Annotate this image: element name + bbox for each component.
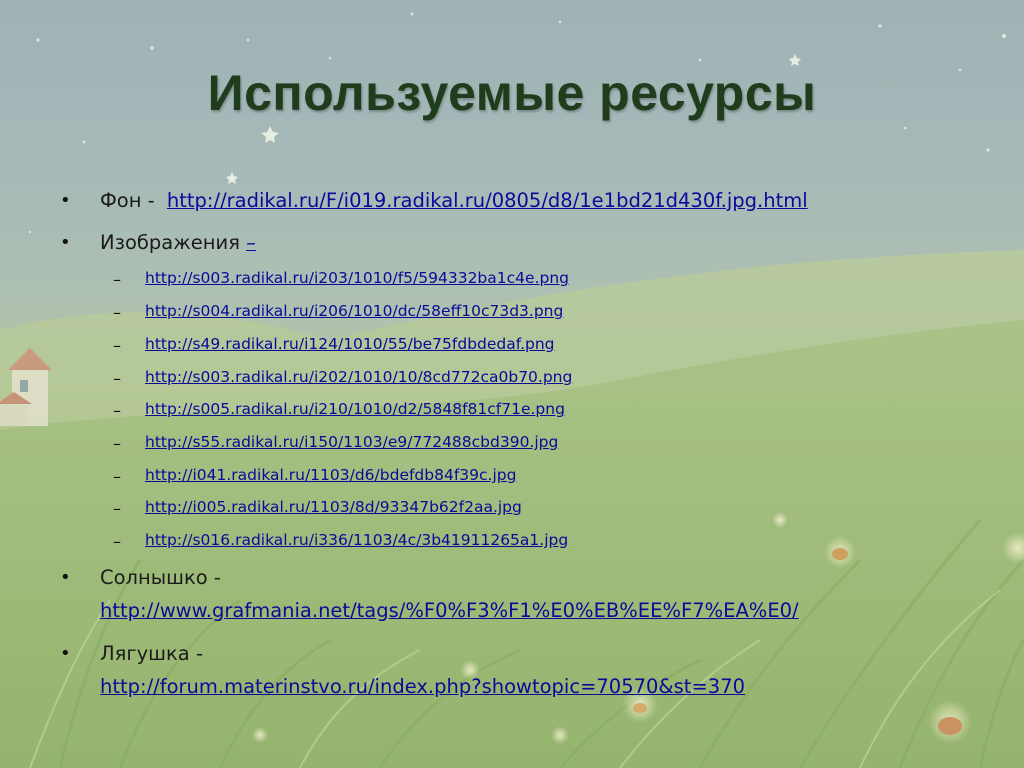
bullet-glyph: • — [60, 567, 71, 588]
list-item-sun: Солнышко - — [100, 566, 221, 589]
dash-glyph: – — [113, 401, 121, 420]
background-link[interactable]: http://radikal.ru/F/i019.radikal.ru/0805… — [167, 189, 808, 212]
item-label: Солнышко - — [100, 566, 221, 589]
item-label: Фон - — [100, 189, 161, 212]
dash-glyph: – — [113, 303, 121, 322]
slide: Используемые ресурсы • Фон - http://radi… — [0, 0, 1024, 768]
dash-glyph: – — [113, 369, 121, 388]
image-link-5[interactable]: http://s005.radikal.ru/i210/1010/d2/5848… — [145, 400, 565, 418]
item-label: Лягушка - — [100, 642, 203, 665]
dash-glyph: – — [113, 499, 121, 518]
bullet-glyph: • — [60, 643, 71, 664]
image-link-2[interactable]: http://s004.radikal.ru/i206/1010/dc/58ef… — [145, 302, 563, 320]
image-link-8[interactable]: http://i005.radikal.ru/1103/8d/93347b62f… — [145, 498, 522, 516]
image-link-9[interactable]: http://s016.radikal.ru/i336/1103/4c/3b41… — [145, 531, 568, 549]
resource-list: • Фон - http://radikal.ru/F/i019.radikal… — [0, 0, 1024, 768]
list-item-images: Изображения – — [100, 231, 256, 254]
dash-glyph: – — [113, 532, 121, 551]
image-link-4[interactable]: http://s003.radikal.ru/i202/1010/10/8cd7… — [145, 368, 572, 386]
dash-glyph: – — [113, 434, 121, 453]
image-link-3[interactable]: http://s49.radikal.ru/i124/1010/55/be75f… — [145, 335, 555, 353]
dash-glyph: – — [113, 270, 121, 289]
frog-link[interactable]: http://forum.materinstvo.ru/index.php?sh… — [100, 675, 745, 698]
sun-link[interactable]: http://www.grafmania.net/tags/%F0%F3%F1%… — [100, 599, 799, 622]
dash-glyph: – — [113, 336, 121, 355]
item-label: Изображения — [100, 231, 247, 254]
dash-glyph: – — [113, 467, 121, 486]
bullet-glyph: • — [60, 190, 71, 211]
image-link-6[interactable]: http://s55.radikal.ru/i150/1103/e9/77248… — [145, 433, 558, 451]
bullet-glyph: • — [60, 232, 71, 253]
list-item-frog: Лягушка - — [100, 642, 203, 665]
image-link-7[interactable]: http://i041.radikal.ru/1103/d6/bdefdb84f… — [145, 466, 516, 484]
images-dash-link[interactable]: – — [246, 231, 256, 254]
image-link-1[interactable]: http://s003.radikal.ru/i203/1010/f5/5943… — [145, 269, 569, 287]
list-item-background: Фон - http://radikal.ru/F/i019.radikal.r… — [100, 189, 808, 212]
